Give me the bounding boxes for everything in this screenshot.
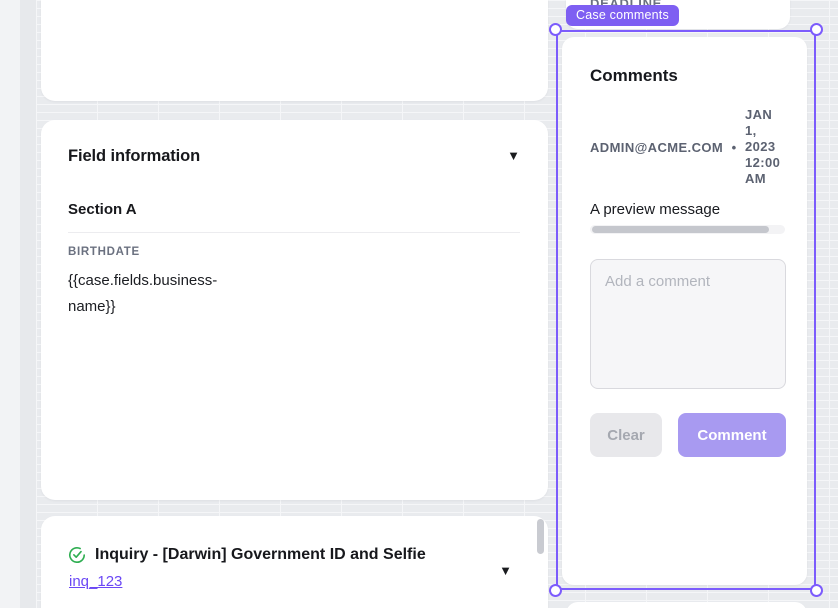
resize-handle-top-left[interactable] (549, 23, 562, 36)
inquiry-header-row: Inquiry - [Darwin] Government ID and Sel… (68, 546, 512, 564)
birthdate-field-value: {{case.fields.business-name}} (68, 272, 218, 315)
comment-timestamp: JAN 1, 2023 12:00 AM (745, 107, 781, 186)
check-circle-icon (69, 547, 86, 563)
field-information-title: Field information (68, 147, 201, 165)
canvas-gutter (20, 0, 36, 608)
resize-handle-top-right[interactable] (810, 23, 823, 36)
card-field-information: Field information ▼ Section A BIRTHDATE … (41, 120, 548, 500)
inquiry-id-link[interactable]: inq_123 (69, 573, 122, 590)
comments-scrollbar-thumb[interactable] (592, 226, 770, 233)
comment-preview-message: A preview message (590, 201, 721, 218)
card-inquiry: Inquiry - [Darwin] Government ID and Sel… (41, 516, 548, 608)
comment-button[interactable]: Comment (678, 413, 786, 457)
comment-byline: ADMIN@ACME.COM • JAN 1, 2023 12:00 AM (590, 107, 785, 187)
chevron-down-icon[interactable]: ▼ (499, 564, 512, 577)
comments-title: Comments (590, 66, 678, 85)
bullet-separator: • (731, 139, 737, 155)
resize-handle-bottom-left[interactable] (549, 584, 562, 597)
card-case-comments[interactable]: Comments ADMIN@ACME.COM • JAN 1, 2023 12… (562, 37, 807, 585)
comment-author: ADMIN@ACME.COM (590, 139, 724, 155)
comment-actions-row: Clear Comment (590, 413, 786, 457)
resize-handle-bottom-right[interactable] (810, 584, 823, 597)
add-comment-input[interactable] (590, 259, 786, 389)
chevron-down-icon[interactable]: ▼ (507, 149, 520, 162)
component-label-badge[interactable]: Case comments (566, 5, 679, 26)
card-scrollbar[interactable] (537, 519, 544, 554)
clear-button[interactable]: Clear (590, 413, 662, 457)
birthdate-field-label: BIRTHDATE (68, 246, 140, 258)
comments-scrollbar-track[interactable] (590, 225, 785, 234)
card-top-partial (41, 0, 548, 101)
section-divider (68, 232, 520, 233)
section-a-label: Section A (68, 201, 137, 218)
card-below-partial (566, 602, 807, 608)
inquiry-title: Inquiry - [Darwin] Government ID and Sel… (95, 546, 426, 563)
